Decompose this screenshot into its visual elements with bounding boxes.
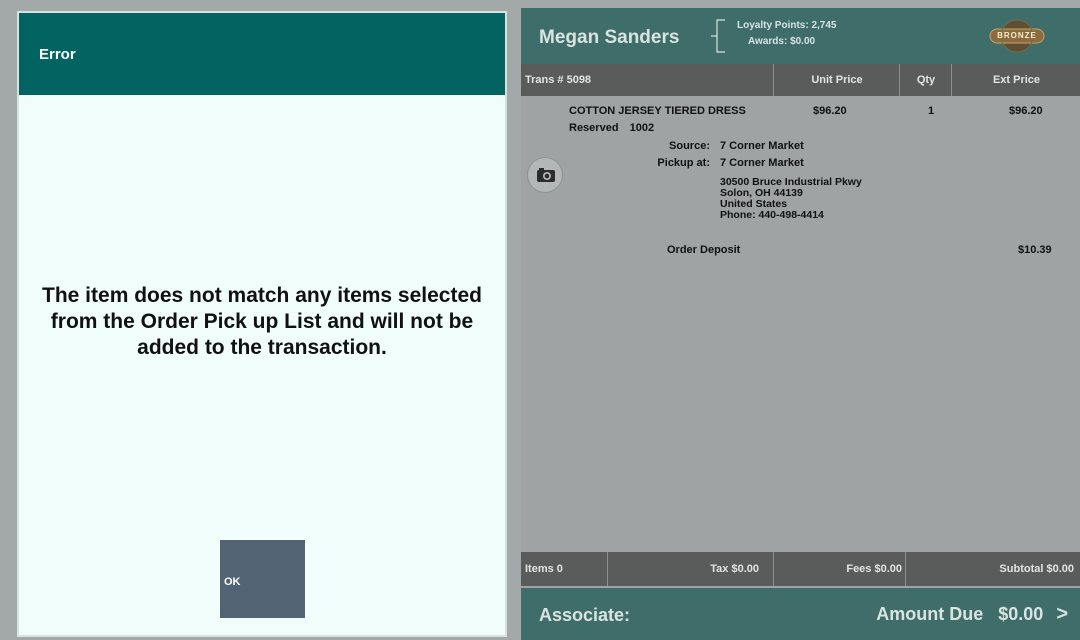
transaction-number: Trans # 5098 [525,74,592,86]
loyalty-points-value: 2,745 [811,20,837,31]
order-deposit-value: $10.39 [1018,244,1052,256]
dialog-header: Error [19,13,505,95]
amount-due-value: $0.00 [998,604,1044,624]
qty-header: Qty [899,64,952,96]
dialog-title: Error [39,45,76,63]
tier-label: BRONZE [997,31,1037,40]
item-qty: 1 [928,105,935,117]
items-count: Items 0 [525,563,563,575]
ext-price-header: Ext Price [951,64,1080,96]
tier-badge: BRONZE [988,19,1046,53]
reserved-value: 1002 [629,122,655,134]
loyalty-points-line: Loyalty Points: 2,745 [737,18,837,34]
reserved-label: Reserved [569,122,619,134]
unit-price-header: Unit Price [773,64,900,96]
address-line: Phone: 440-498-4414 [720,209,824,221]
loyalty-points-label: Loyalty Points: [737,20,809,31]
item-unit-price: $96.20 [813,105,847,117]
amount-due-button[interactable]: Amount Due $0.00 > [876,603,1068,626]
footer-bar: Associate: Amount Due $0.00 > [521,588,1080,640]
reserved-line: Reserved 1002 [569,122,654,134]
error-message: The item does not match any items select… [42,284,482,359]
subtotal: Subtotal $0.00 [905,552,1077,586]
bracket-icon [711,19,725,53]
awards-value: $0.00 [790,36,816,47]
pickup-value: 7 Corner Market [720,157,804,169]
source-value: 7 Corner Market [720,140,804,152]
customer-header: Megan Sanders Loyalty Points: 2,745 Awar… [521,8,1080,64]
totals-bar: Items 0 Tax $0.00 Fees $0.00 Subtotal $0… [521,552,1080,586]
chevron-right-icon: > [1056,603,1068,625]
pickup-label: Pickup at: [657,157,710,169]
pickup-address: 30500 Bruce Industrial Pkwy Solon, OH 44… [720,177,862,221]
camera-glyph-icon [537,168,555,182]
associate-label[interactable]: Associate: [539,605,630,626]
camera-icon[interactable] [527,157,563,193]
tax-total: Tax $0.00 [607,552,767,586]
amount-due-label: Amount Due [876,604,984,624]
fees-total: Fees $0.00 [773,552,905,586]
customer-name[interactable]: Megan Sanders [539,27,679,49]
item-name: COTTON JERSEY TIERED DRESS [569,105,746,117]
source-label: Source: [669,140,710,152]
item-ext-price: $96.20 [1009,105,1043,117]
ok-button[interactable]: OK [220,540,305,618]
loyalty-info: Loyalty Points: 2,745 Awards: $0.00 [737,18,837,50]
line-item-header: Trans # 5098 Unit Price Qty Ext Price [521,64,1080,96]
error-dialog: Error The item does not match any items … [17,11,507,637]
order-deposit-label: Order Deposit [667,244,741,256]
pos-panel: Megan Sanders Loyalty Points: 2,745 Awar… [521,8,1080,640]
awards-label: Awards: [748,36,788,47]
awards-line: Awards: $0.00 [737,34,837,50]
